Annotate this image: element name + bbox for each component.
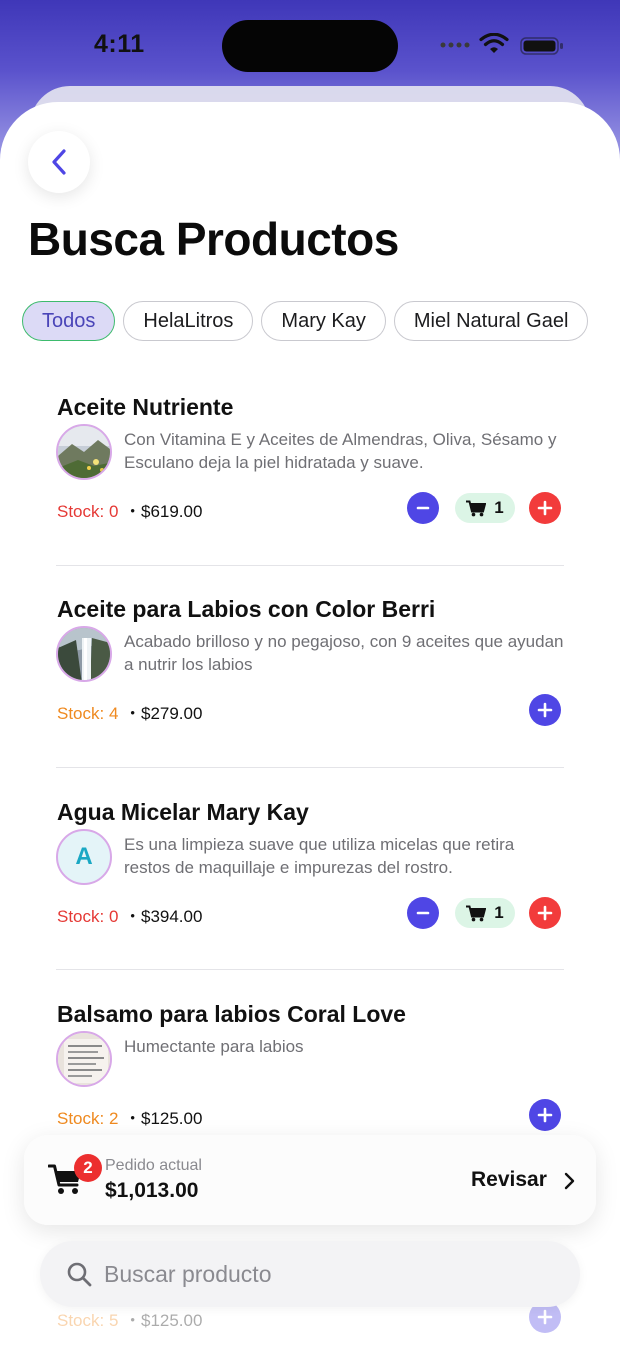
product-name: Aceite para Labios con Color Berri	[57, 596, 436, 622]
cart-quantity-pill: 1	[455, 898, 515, 928]
back-button[interactable]	[28, 131, 90, 193]
product-item[interactable]: Agua Micelar Mary Kay A Es una limpieza …	[56, 799, 564, 979]
add-button[interactable]	[529, 694, 561, 726]
filter-chip-mary-kay[interactable]: Mary Kay	[261, 301, 386, 341]
plus-icon	[537, 702, 553, 718]
quantity-controls: 1	[407, 897, 561, 929]
chevron-right-icon	[564, 1172, 575, 1190]
price-label: $619.00	[140, 502, 203, 521]
filter-chip-helalitros[interactable]: HelaLitros	[123, 301, 254, 341]
separator-dot: •	[130, 705, 135, 720]
price-label: $125.00	[140, 1109, 203, 1128]
page-title: Busca Productos	[28, 213, 399, 265]
product-item[interactable]: Aceite para Labios con Color Berri Acaba…	[56, 596, 564, 776]
stock-label: Stock: 0	[57, 502, 119, 521]
status-time: 4:11	[94, 30, 145, 58]
quantity-controls	[529, 694, 561, 726]
plus-icon	[537, 500, 553, 516]
price-label: $279.00	[140, 704, 203, 723]
search-bar	[40, 1241, 580, 1307]
stock-label: Stock: 5	[57, 1311, 119, 1330]
cart-quantity-pill: 1	[455, 493, 515, 523]
quantity-controls	[529, 1099, 561, 1131]
quantity-controls: 1	[407, 492, 561, 524]
cart-icon	[466, 905, 487, 921]
product-image	[56, 1031, 112, 1087]
battery-icon	[520, 37, 563, 55]
stock-label: Stock: 4	[57, 704, 119, 723]
product-initial-avatar: A	[56, 829, 112, 885]
signal-dots-icon	[440, 42, 470, 48]
divider	[56, 565, 564, 566]
increase-button[interactable]	[529, 492, 561, 524]
product-item[interactable]: Aceite Nutriente Con Vitamina E y Aceite…	[56, 394, 564, 574]
cart-quantity: 1	[494, 903, 504, 922]
separator-dot: •	[130, 1312, 135, 1327]
stock-label: Stock: 2	[57, 1109, 119, 1128]
search-icon	[67, 1262, 92, 1287]
plus-icon	[537, 1107, 553, 1123]
product-description: Con Vitamina E y Aceites de Almendras, O…	[124, 430, 557, 472]
cart-quantity: 1	[494, 498, 504, 517]
product-meta: Stock: 2 • $125.00	[57, 1109, 202, 1129]
status-bar: 4:11	[0, 0, 620, 90]
plus-icon	[537, 905, 553, 921]
product-meta: Stock: 5 • $125.00	[57, 1311, 202, 1331]
product-description: Es una limpieza suave que utiliza micela…	[124, 835, 515, 877]
filter-chip-miel-natural-gael[interactable]: Miel Natural Gael	[393, 301, 589, 341]
product-image	[56, 424, 112, 480]
order-total: $1,013.00	[105, 1179, 199, 1202]
product-description: Humectante para labios	[124, 1037, 304, 1056]
product-meta: Stock: 0 • $394.00	[57, 907, 202, 927]
separator-dot: •	[130, 1110, 135, 1125]
wifi-icon	[479, 33, 509, 53]
product-name: Balsamo para labios Coral Love	[57, 1001, 406, 1027]
chevron-left-icon	[52, 149, 66, 175]
divider	[56, 767, 564, 768]
category-filter-chips: Todos HelaLitros Mary Kay Miel Natural Gael	[22, 301, 620, 343]
current-order-bar[interactable]: 2 Pedido actual $1,013.00 Revisar	[24, 1135, 596, 1225]
decrease-button[interactable]	[407, 897, 439, 929]
minus-icon	[416, 506, 430, 510]
dynamic-island	[222, 20, 398, 72]
product-description: Acabado brilloso y no pegajoso, con 9 ac…	[124, 632, 564, 674]
product-name: Aceite Nutriente	[57, 394, 234, 420]
divider	[56, 969, 564, 970]
cart-icon	[466, 500, 487, 516]
increase-button[interactable]	[529, 897, 561, 929]
add-button[interactable]	[529, 1099, 561, 1131]
search-input[interactable]	[104, 1255, 544, 1293]
filter-chip-todos[interactable]: Todos	[22, 301, 116, 341]
product-image	[56, 626, 112, 682]
product-meta: Stock: 0 • $619.00	[57, 502, 202, 522]
decrease-button[interactable]	[407, 492, 439, 524]
separator-dot: •	[130, 503, 135, 518]
minus-icon	[416, 911, 430, 915]
product-meta: Stock: 4 • $279.00	[57, 704, 202, 724]
stock-label: Stock: 0	[57, 907, 119, 926]
product-name: Agua Micelar Mary Kay	[57, 799, 309, 825]
product-search-sheet: Busca Productos Todos HelaLitros Mary Kay M…	[0, 102, 620, 1347]
order-label: Pedido actual	[105, 1157, 202, 1174]
review-button[interactable]: Revisar	[471, 1168, 547, 1192]
price-label: $394.00	[140, 907, 203, 926]
price-label: $125.00	[140, 1311, 203, 1330]
separator-dot: •	[130, 908, 135, 923]
plus-icon	[537, 1309, 553, 1325]
cart-count-badge: 2	[74, 1154, 102, 1182]
